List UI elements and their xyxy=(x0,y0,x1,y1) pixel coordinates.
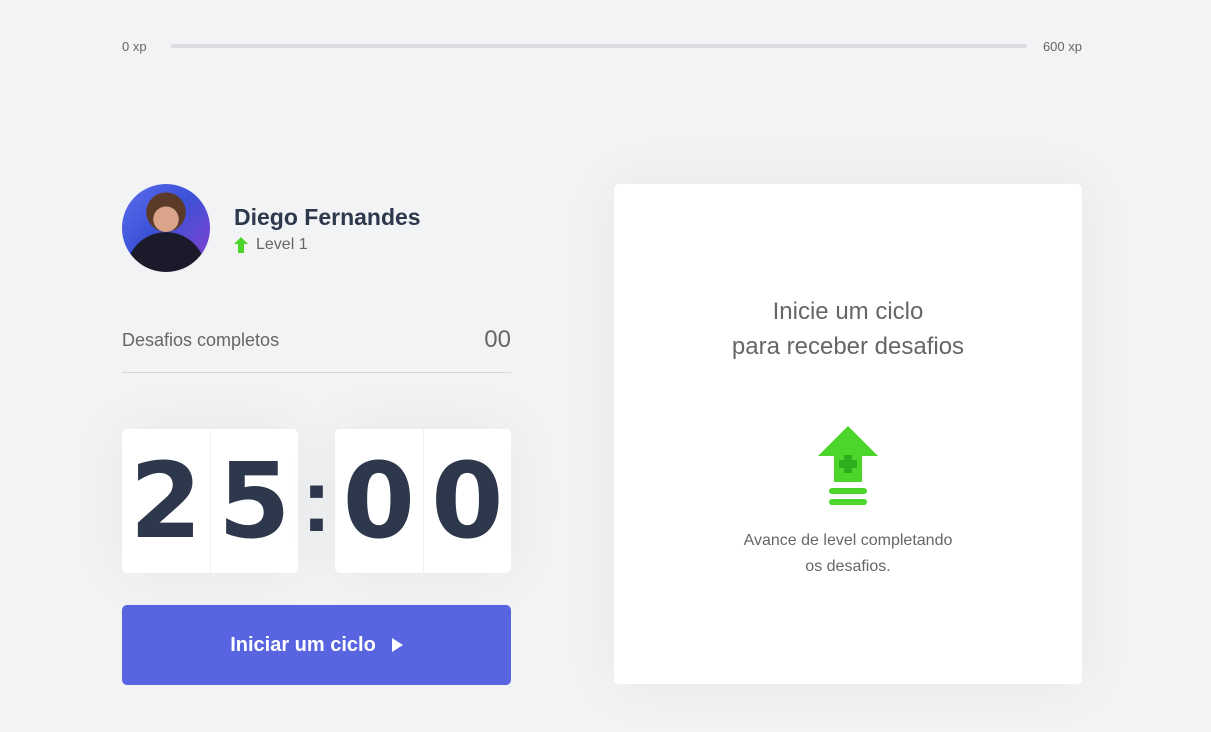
level-up-icon xyxy=(818,426,878,505)
challenge-box-title-line2: para receber desafios xyxy=(731,333,965,360)
experience-track xyxy=(170,44,1027,48)
countdown: 2 5 : 0 0 xyxy=(122,429,511,573)
profile-level: Level 1 xyxy=(234,236,421,254)
completed-challenges-count: 00 xyxy=(484,326,511,353)
experience-max-label: 600 xp xyxy=(1042,38,1082,54)
challenge-box: Inicie um ciclo para receber desafios Av… xyxy=(614,184,1082,684)
completed-challenges-label: Desafios completos xyxy=(122,330,280,350)
profile-name: Diego Fernandes xyxy=(234,204,421,230)
start-cycle-label: Iniciar um ciclo xyxy=(230,633,376,656)
challenge-box-title-line1: Inicie um ciclo xyxy=(772,298,924,325)
experience-bar: 0 xp 600 xp xyxy=(122,36,1082,56)
challenge-box-text-line1: Avance de level completando xyxy=(743,532,953,549)
start-cycle-button[interactable]: Iniciar um ciclo xyxy=(122,605,511,685)
completed-challenges: Desafios completos 00 xyxy=(122,328,511,373)
countdown-minute-left: 2 xyxy=(129,440,202,562)
avatar xyxy=(122,184,210,272)
challenge-box-text-line2: os desafios. xyxy=(805,558,891,575)
countdown-seconds: 0 0 xyxy=(335,429,511,573)
profile-info: Diego Fernandes Level 1 xyxy=(234,202,421,254)
profile: Diego Fernandes Level 1 xyxy=(122,184,511,272)
challenge-box-text: Avance de level completando os desafios. xyxy=(744,528,953,580)
left-column: Diego Fernandes Level 1 Desafios complet… xyxy=(122,184,511,685)
profile-level-label: Level 1 xyxy=(256,236,308,253)
experience-min-label: 0 xp xyxy=(122,38,147,54)
countdown-second-left: 0 xyxy=(342,440,415,562)
level-arrow-icon xyxy=(234,237,248,253)
challenge-box-title: Inicie um ciclo para receber desafios xyxy=(732,294,964,364)
countdown-separator: : xyxy=(301,451,332,551)
countdown-minutes: 2 5 xyxy=(122,429,298,573)
countdown-minute-right: 5 xyxy=(209,429,299,573)
play-icon xyxy=(391,638,403,652)
countdown-second-right: 0 xyxy=(422,429,512,573)
